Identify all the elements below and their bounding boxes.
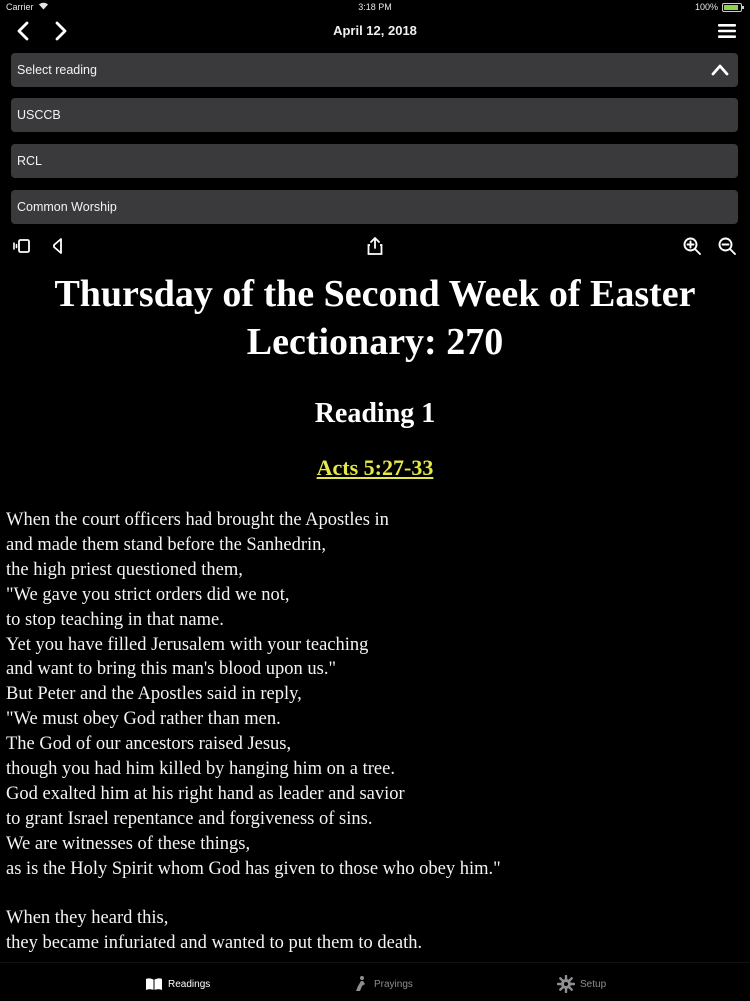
passage-line: the high priest questioned them, bbox=[6, 559, 243, 580]
citation-link[interactable]: Acts 5:27-33 bbox=[317, 455, 434, 480]
speaker-button[interactable] bbox=[46, 234, 70, 258]
page-title: Thursday of the Second Week of Easter Le… bbox=[0, 270, 750, 366]
citation: Acts 5:27-33 bbox=[0, 454, 750, 482]
passage-line: We are witnesses of these things, bbox=[6, 833, 251, 854]
nav-date-title: April 12, 2018 bbox=[333, 23, 417, 38]
status-time: 3:18 PM bbox=[358, 2, 392, 12]
passage-line: though you had him killed by hanging him… bbox=[6, 759, 395, 780]
passage-line: and made them stand before the Sanhedrin… bbox=[6, 534, 327, 555]
passage-line: Yet you have filled Jerusalem with your … bbox=[6, 634, 369, 655]
passage-line: "We must obey God rather than men. bbox=[6, 709, 281, 730]
reading-heading: Reading 1 bbox=[314, 398, 436, 429]
tab-setup[interactable]: Setup bbox=[557, 973, 606, 995]
hamburger-menu-icon bbox=[718, 24, 736, 38]
tab-prayings[interactable]: Prayings bbox=[353, 973, 413, 995]
chevron-up-icon bbox=[711, 64, 729, 76]
tab-label: Readings bbox=[168, 978, 211, 990]
select-reading-dropdown[interactable]: Select reading bbox=[11, 53, 738, 87]
praying-icon bbox=[356, 976, 365, 991]
title-line: Thursday of the Second Week of Easter bbox=[54, 273, 696, 315]
reading-passage: When the court officers had brought the … bbox=[6, 508, 750, 956]
passage-line: to grant Israel repentance and forgivene… bbox=[6, 808, 373, 829]
zoom-out-button[interactable] bbox=[715, 234, 739, 258]
device-button[interactable] bbox=[10, 234, 34, 258]
passage-gap bbox=[6, 882, 750, 907]
reading-option-label: USCCB bbox=[17, 108, 61, 122]
passage-line: When they heard this, bbox=[6, 908, 169, 929]
battery-icon bbox=[722, 3, 744, 12]
zoom-in-icon bbox=[683, 237, 701, 255]
reading-option-label: RCL bbox=[17, 154, 43, 168]
passage-line: But Peter and the Apostles said in reply… bbox=[6, 684, 302, 705]
reading-content[interactable]: Thursday of the Second Week of Easter Le… bbox=[0, 262, 750, 962]
passage-line: "We gave you strict orders did we not, bbox=[6, 584, 290, 605]
zoom-in-button[interactable] bbox=[680, 234, 704, 258]
passage-line: they became infuriated and wanted to put… bbox=[6, 933, 423, 954]
tab-label: Setup bbox=[580, 978, 607, 990]
passage-line: as is the Holy Spirit whom God has given… bbox=[6, 858, 501, 879]
passage-line: When the court officers had brought the … bbox=[6, 510, 389, 530]
reader-toolbar bbox=[0, 232, 750, 260]
zoom-out-icon bbox=[718, 237, 736, 255]
share-button[interactable] bbox=[363, 234, 387, 258]
book-icon bbox=[146, 978, 162, 990]
battery-percent: 100% bbox=[694, 2, 718, 12]
tab-bar: Readings Prayings Setup bbox=[0, 962, 750, 1001]
reading-option-label: Common Worship bbox=[17, 200, 117, 214]
nav-bar: April 12, 2018 bbox=[0, 14, 750, 48]
passage-line: to stop teaching in that name. bbox=[6, 609, 224, 630]
reading-option-rcl[interactable]: RCL bbox=[11, 144, 738, 178]
select-reading-label: Select reading bbox=[17, 63, 97, 77]
speaker-icon bbox=[53, 238, 62, 254]
reading-option-common-worship[interactable]: Common Worship bbox=[11, 190, 738, 224]
passage-line: God exalted him at his right hand as lea… bbox=[6, 783, 405, 804]
tab-label: Prayings bbox=[374, 978, 413, 990]
menu-button[interactable] bbox=[712, 16, 742, 46]
reading-option-usccb[interactable]: USCCB bbox=[11, 98, 738, 132]
passage-line: The God of our ancestors raised Jesus, bbox=[6, 734, 292, 755]
passage-line: and want to bring this man's blood upon … bbox=[6, 659, 336, 680]
status-bar: Carrier 3:18 PM 100% bbox=[0, 0, 750, 14]
lectionary-line: Lectionary: 270 bbox=[246, 321, 504, 363]
device-icon bbox=[13, 239, 30, 253]
tab-readings[interactable]: Readings bbox=[145, 973, 210, 995]
share-icon bbox=[367, 237, 383, 255]
gear-icon bbox=[557, 975, 575, 993]
